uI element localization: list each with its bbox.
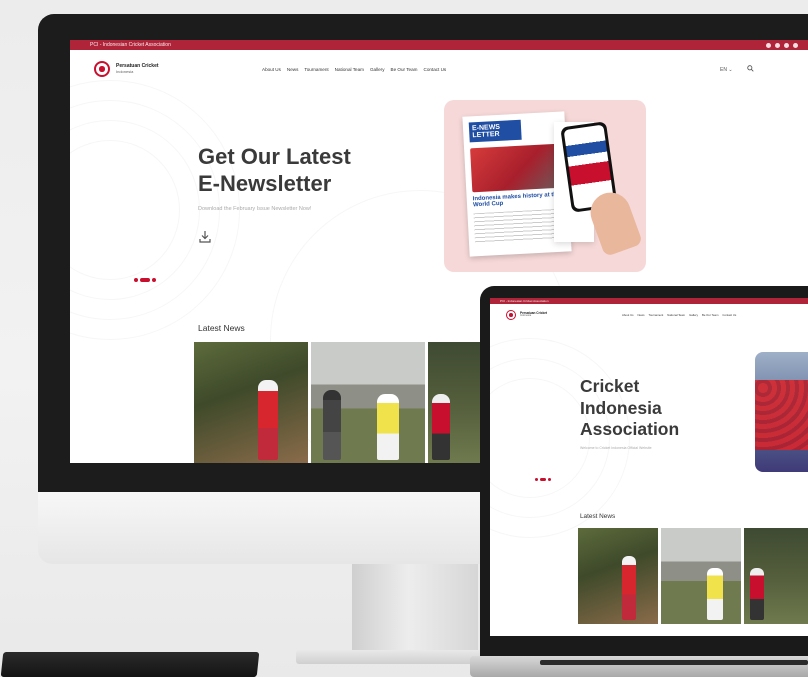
nav-item-be-our-team[interactable]: Be Our Team xyxy=(702,313,718,317)
player-figure xyxy=(432,394,450,460)
search-icon[interactable] xyxy=(746,65,754,74)
twitter-icon[interactable] xyxy=(793,42,798,48)
player-figure xyxy=(323,390,341,460)
instagram-icon[interactable] xyxy=(766,42,771,48)
laptop-keyboard xyxy=(540,660,808,665)
player-figure xyxy=(258,380,278,460)
carousel-dots xyxy=(535,478,551,481)
player-figure xyxy=(622,556,636,620)
newsletter-masthead: E-NEWS LETTER xyxy=(468,119,522,143)
nav-menu: About Us News Tournament National Team G… xyxy=(262,67,446,72)
hero-title-line: Association xyxy=(580,419,680,440)
nav-item-gallery[interactable]: Gallery xyxy=(689,313,698,317)
player-figure xyxy=(750,568,764,620)
news-card-image[interactable] xyxy=(661,528,741,624)
hero-title: Cricket Indonesia Association xyxy=(580,376,679,441)
team-photo-crowd xyxy=(755,380,808,450)
logo-icon[interactable] xyxy=(94,61,110,77)
nav-item-national-team[interactable]: National Team xyxy=(335,67,364,72)
news-card-image[interactable] xyxy=(428,342,488,463)
hero-title-line: E-Newsletter xyxy=(198,170,332,196)
announcement-bar: PCI - Indonesian Cricket Association xyxy=(70,40,808,50)
announcement-text: PCI - Indonesian Cricket Association xyxy=(90,42,171,48)
nav-item-tournament[interactable]: Tournament xyxy=(649,313,664,317)
player-figure xyxy=(707,568,723,620)
player-figure xyxy=(377,394,399,460)
nav-item-about-us[interactable]: About Us xyxy=(262,67,281,72)
nav-item-be-our-team[interactable]: Be Our Team xyxy=(391,67,418,72)
nav-item-about-us[interactable]: About Us xyxy=(622,313,634,317)
language-label: EN xyxy=(720,66,727,73)
nav-item-contact-us[interactable]: Contact Us xyxy=(424,67,447,72)
main-nav: Persatuan Cricket Indonesia About Us New… xyxy=(70,50,808,88)
newsletter-headline: Indonesia makes history at the World Cup xyxy=(472,191,561,209)
carousel-dot[interactable] xyxy=(535,478,538,481)
carousel-dot[interactable] xyxy=(548,478,551,481)
team-photo-card[interactable] xyxy=(755,352,808,472)
hero-title-line: Cricket xyxy=(580,376,640,396)
hero-subtitle: Download the February Issue Newsletter N… xyxy=(198,206,312,212)
chevron-down-icon: ⌄ xyxy=(728,66,733,73)
announcement-text: PCI - Indonesian Cricket Association xyxy=(500,299,549,303)
social-links xyxy=(766,42,798,48)
hero-subtitle: Welcome to Cricket Indonesia Official We… xyxy=(580,446,652,450)
nav-item-contact-us[interactable]: Contact Us xyxy=(722,313,736,317)
news-card-image[interactable] xyxy=(578,528,658,624)
facebook-icon[interactable] xyxy=(775,42,780,48)
logo-icon[interactable] xyxy=(506,310,516,320)
newsletter-image-card[interactable]: E-NEWS LETTER Indonesia makes history at… xyxy=(444,100,646,272)
carousel-dot-active[interactable] xyxy=(540,478,546,481)
news-card-image[interactable] xyxy=(744,528,808,624)
nav-item-news[interactable]: News xyxy=(638,313,645,317)
logo-text[interactable]: Persatuan Cricket Indonesia xyxy=(116,64,159,74)
logo-text[interactable]: Persatuan Cricket Indonesia xyxy=(520,311,547,318)
latest-news-heading: Latest News xyxy=(198,323,245,333)
nav-item-news[interactable]: News xyxy=(287,67,299,72)
nav-item-tournament[interactable]: Tournament xyxy=(304,67,328,72)
imac-stand xyxy=(352,564,478,660)
main-nav: Persatuan Cricket Indonesia About Us New… xyxy=(490,304,808,326)
news-card-image[interactable] xyxy=(194,342,308,463)
download-icon[interactable] xyxy=(198,230,212,244)
youtube-icon[interactable] xyxy=(784,42,789,48)
carousel-dot-active[interactable] xyxy=(140,278,150,282)
logo-subtitle: Indonesia xyxy=(520,314,532,318)
carousel-dot[interactable] xyxy=(134,278,138,282)
newsletter-photo xyxy=(470,143,563,193)
carousel-dot[interactable] xyxy=(152,278,156,282)
nav-item-national-team[interactable]: National Team xyxy=(667,313,685,317)
latest-news-heading: Latest News xyxy=(580,513,616,520)
nav-menu: About Us News Tournament National Team G… xyxy=(622,313,736,317)
hero-title: Get Our Latest E-Newsletter xyxy=(198,144,351,198)
language-selector[interactable]: EN ⌄ xyxy=(720,67,733,73)
nav-item-gallery[interactable]: Gallery xyxy=(370,67,385,72)
hero-title-line: Indonesia xyxy=(580,397,662,418)
hero-title-line: Get Our Latest xyxy=(198,144,351,169)
laptop-website-screen: PCI - Indonesian Cricket Association Per… xyxy=(490,298,808,636)
desk-notebook xyxy=(0,652,260,677)
logo-subtitle: Indonesia xyxy=(116,68,134,74)
newsletter-columns xyxy=(473,208,565,243)
news-card-image[interactable] xyxy=(311,342,425,463)
carousel-dots xyxy=(134,278,156,282)
nav-tools: EN ⌄ xyxy=(720,65,754,74)
